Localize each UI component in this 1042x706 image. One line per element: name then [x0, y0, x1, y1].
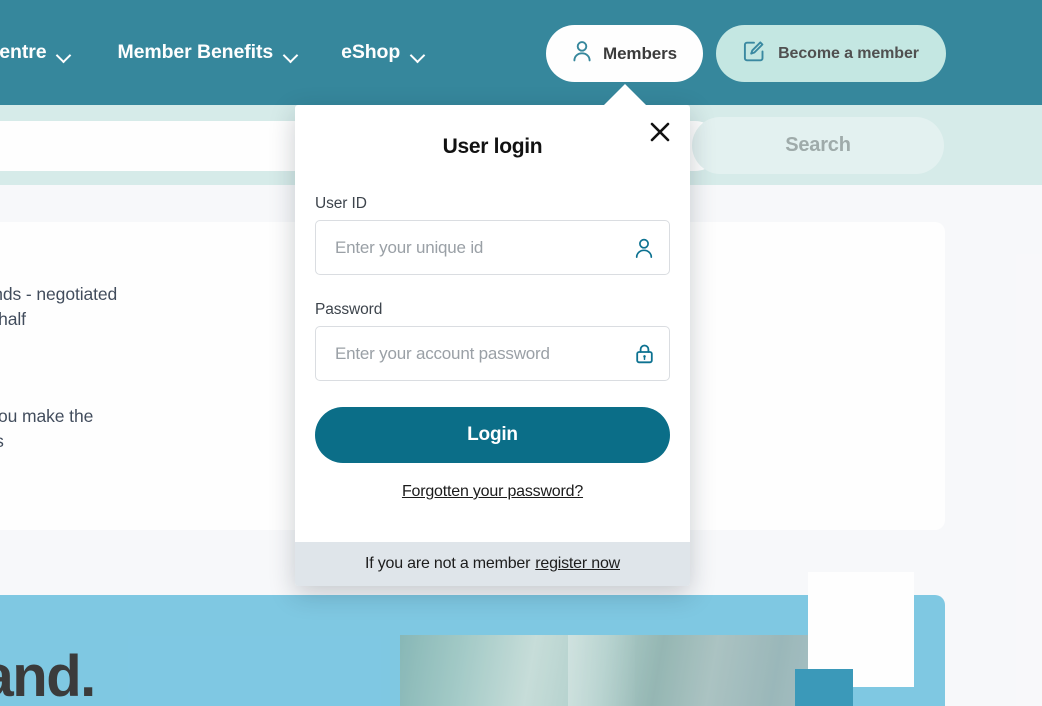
page-root: rce Centre Member Benefits eShop	[0, 0, 1042, 706]
members-button[interactable]: Members	[546, 25, 703, 82]
modal-footer: If you are not a member register now	[295, 542, 690, 586]
modal-footer-text: If you are not a member	[364, 555, 531, 572]
chevron-down-icon	[284, 50, 297, 58]
person-icon	[572, 40, 592, 67]
members-button-label: Members	[603, 43, 677, 63]
hero-blue-accent-block	[795, 669, 853, 706]
hero-title: n brand.	[0, 644, 96, 706]
modal-body: User login User ID Enter your unique id …	[295, 105, 690, 501]
user-login-modal: User login User ID Enter your unique id …	[295, 105, 690, 586]
forgotten-password-link[interactable]: Forgotten your password?	[315, 483, 670, 501]
chevron-down-icon	[57, 50, 70, 58]
user-id-input[interactable]	[316, 221, 669, 274]
benefit-text: unts on top brands - negotiated nark on …	[0, 284, 118, 329]
chevron-down-icon	[411, 50, 424, 58]
nav-item-label: Member Benefits	[117, 41, 274, 63]
lock-icon	[635, 343, 654, 364]
password-field-group: Password	[315, 301, 670, 381]
pencil-square-icon	[743, 40, 765, 67]
site-header: rce Centre Member Benefits eShop	[0, 0, 1042, 105]
password-input-wrapper[interactable]	[315, 326, 670, 381]
password-label: Password	[315, 301, 383, 318]
nav-item-member-benefits[interactable]: Member Benefits	[117, 41, 297, 64]
person-icon	[634, 237, 654, 258]
search-button-label: Search	[785, 134, 851, 156]
benefit-text: advice to help you make the of your busi…	[0, 406, 94, 451]
user-id-field-group: User ID	[315, 195, 670, 275]
nav-item-label: eShop	[341, 41, 401, 63]
become-a-member-button[interactable]: Become a member	[716, 25, 946, 82]
login-button[interactable]: Login	[315, 407, 670, 463]
nav-item-label: rce Centre	[0, 41, 47, 63]
password-input[interactable]	[316, 327, 669, 380]
register-now-link[interactable]: register now	[535, 555, 620, 573]
become-a-member-label: Become a member	[778, 44, 919, 62]
search-button[interactable]: Search	[692, 117, 944, 174]
nav-item-eshop[interactable]: eShop	[341, 41, 424, 64]
modal-pointer-arrow	[603, 84, 647, 106]
user-id-input-wrapper[interactable]	[315, 220, 670, 275]
nav-item-resource-centre[interactable]: rce Centre	[0, 41, 70, 64]
modal-title: User login	[442, 135, 543, 158]
close-icon[interactable]	[646, 118, 674, 146]
user-id-label: User ID	[315, 195, 367, 212]
hero-photo	[400, 635, 820, 706]
